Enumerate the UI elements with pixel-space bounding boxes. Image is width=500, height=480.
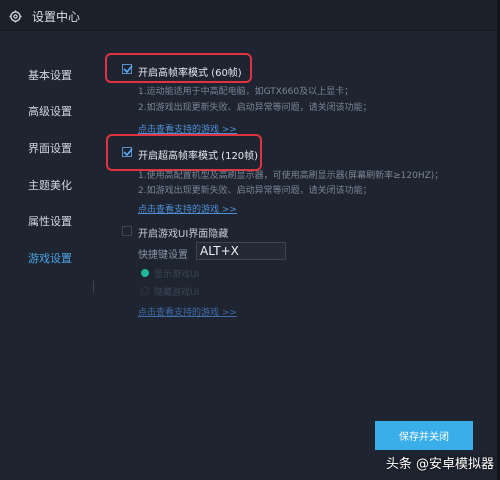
sidebar-item-advanced[interactable]: 高级设置 (28, 103, 72, 119)
sidebar-item-basic[interactable]: 基本设置 (28, 67, 72, 83)
hotkey-label: 快捷键设置 (138, 250, 188, 261)
radio-hide-ui-label: 隐藏游戏UI (154, 288, 200, 298)
sidebar-item-interface[interactable]: 界面设置 (28, 140, 72, 156)
checkbox-ui-hide[interactable] (122, 226, 132, 236)
checkbox-60fps[interactable] (122, 64, 133, 74)
checkbox-120fps[interactable] (122, 147, 133, 157)
check-icon (123, 148, 133, 157)
note-120fps-2: 2.如游戏出现更新失败、启动异常等问题，请关闭该功能； (138, 186, 372, 196)
radio-show-ui[interactable] (141, 269, 149, 277)
check-icon (123, 65, 133, 74)
active-indicator (93, 281, 94, 293)
sidebar-item-properties[interactable]: 属性设置 (28, 213, 72, 229)
sidebar-item-theme[interactable]: 主题美化 (28, 177, 72, 193)
radio-hide-ui[interactable] (141, 287, 149, 295)
sidebar-item-game[interactable]: 游戏设置 (28, 250, 72, 266)
note-60fps-2: 2.如游戏出现更新失败、启动异常等问题，请关闭该功能； (138, 103, 372, 113)
label-60fps: 开启高帧率模式 (60帧) (138, 68, 242, 79)
window-title: 设置中心 (32, 10, 81, 24)
label-ui-hide: 开启游戏UI界面隐藏 (138, 229, 229, 240)
settings-window: 设置中心 基本设置 高级设置 界面设置 主题美化 属性设置 游戏设置 开启高帧率… (0, 0, 500, 480)
game-settings-panel: 开启高帧率模式 (60帧) 1.运动能适用于中高配电脑，如GTX660及以上显卡… (98, 31, 500, 480)
link-supported-games-120fps[interactable]: 点击查看支持的游戏 >> (138, 202, 237, 215)
settings-sidebar: 基本设置 高级设置 界面设置 主题美化 属性设置 游戏设置 (0, 31, 98, 480)
watermark: 头条 @安卓模拟器 (385, 457, 494, 472)
settings-gear-icon (9, 8, 22, 23)
note-120fps-1: 1.使用高配置机型及高刷显示器，可使用高刷显示器(屏幕刷新率≥120HZ)； (138, 171, 444, 181)
note-60fps-1: 1.运动能适用于中高配电脑，如GTX660及以上显卡； (138, 87, 354, 97)
label-120fps: 开启超高帧率模式 (120帧) (138, 151, 259, 162)
title-bar: 设置中心 (0, 0, 500, 31)
radio-show-ui-label: 显示游戏UI (154, 270, 200, 280)
link-supported-games-ui[interactable]: 点击查看支持的游戏 >> (138, 305, 237, 318)
save-and-close-button[interactable]: 保存并关闭 (375, 421, 473, 450)
hotkey-input[interactable]: ALT+X (196, 242, 286, 260)
